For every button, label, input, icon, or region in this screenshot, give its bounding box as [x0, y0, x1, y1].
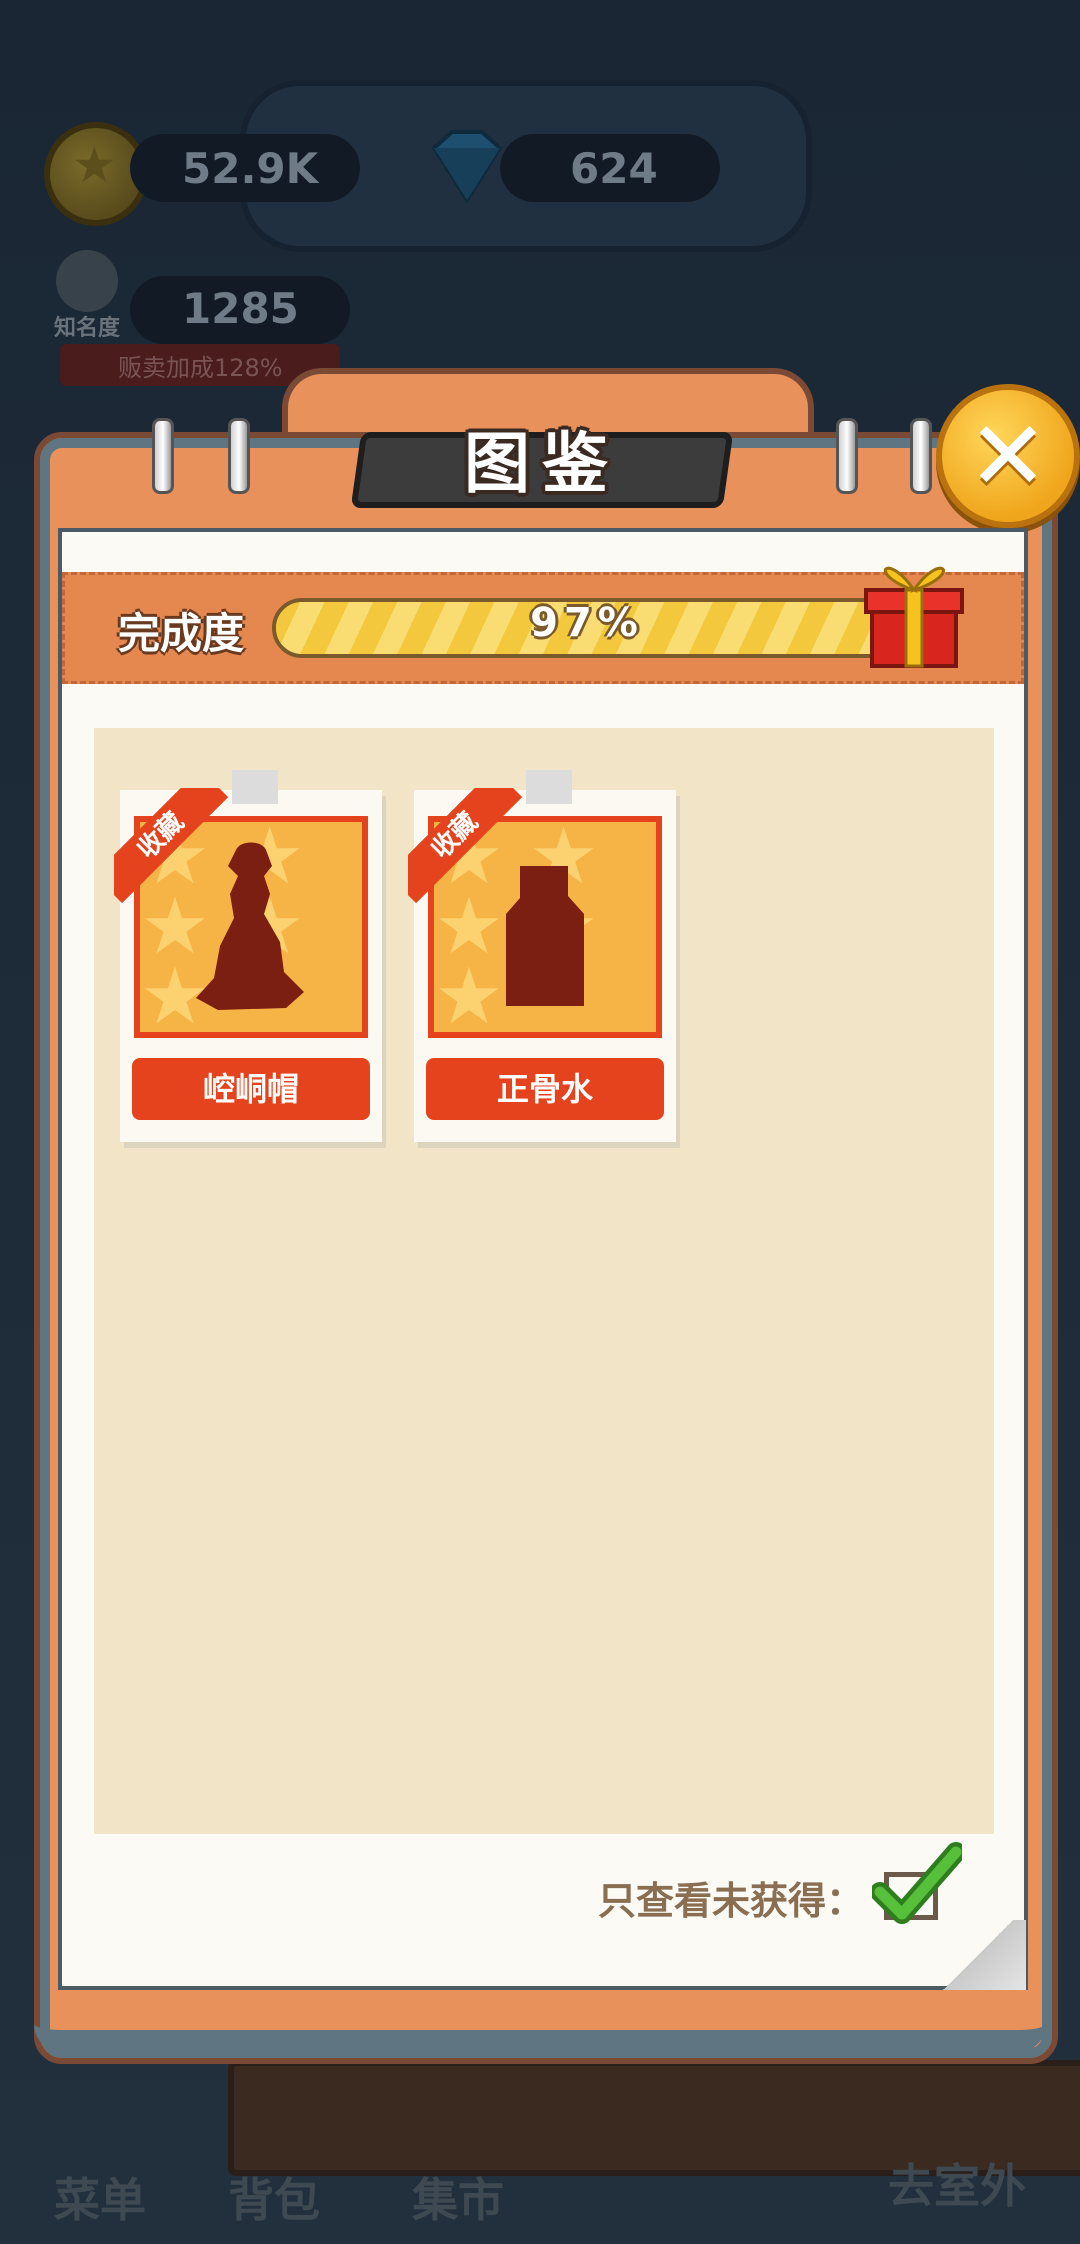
diamond-icon — [431, 130, 503, 204]
binder-ring-icon — [228, 418, 250, 494]
item-name: 崆峒帽 — [132, 1058, 370, 1120]
binder-ring-icon — [152, 418, 174, 494]
filter-label: 只查看未获得： — [598, 1879, 865, 1923]
fame-avatar-icon — [56, 250, 118, 312]
nav-market[interactable]: 集市 — [412, 2164, 504, 2230]
progress-label: 完成度 — [118, 609, 245, 658]
tape-strip — [232, 770, 278, 804]
sale-bonus-text: 贩卖加成128% — [118, 354, 283, 382]
fame-label: 知名度 — [54, 316, 121, 341]
collection-card[interactable]: ★ ★★ ★ ★★ ★ 收藏 崆峒帽 — [114, 770, 382, 1142]
nav-bag[interactable]: 背包 — [228, 2164, 320, 2230]
dialog-title: 图鉴 — [464, 425, 620, 502]
page-curl — [930, 1920, 1026, 1990]
collected-ribbon: 收藏 — [408, 788, 528, 908]
item-name: 正骨水 — [426, 1058, 664, 1120]
collection-card[interactable]: ★ ★★ ★ ★★ ★ 收藏 正骨水 — [408, 770, 676, 1142]
gem-value: 624 — [570, 144, 658, 193]
collected-ribbon: 收藏 — [114, 788, 234, 908]
close-button[interactable]: ✕ — [936, 384, 1080, 528]
nav-outdoor[interactable]: 去室外 — [888, 2150, 1026, 2216]
nav-menu[interactable]: 菜单 — [54, 2164, 146, 2230]
tape-strip — [526, 770, 572, 804]
close-icon: ✕ — [967, 400, 1049, 512]
progress-value: 97% — [530, 600, 644, 646]
checkmark-icon — [872, 1842, 962, 1924]
fame-value: 1285 — [182, 284, 299, 333]
gift-box-icon[interactable] — [858, 552, 968, 672]
binder-ring-icon — [910, 418, 932, 494]
binder-ring-icon — [836, 418, 858, 494]
coin-value: 52.9K — [182, 144, 319, 193]
